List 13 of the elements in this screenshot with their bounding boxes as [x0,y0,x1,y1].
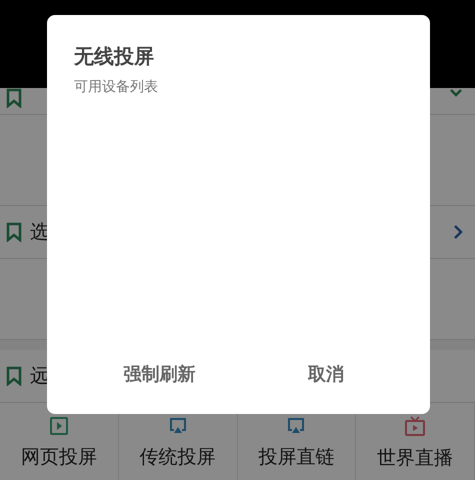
chevron-right-icon[interactable] [453,224,463,240]
dialog-button[interactable]: 取消 [300,358,352,390]
bookmark-icon [6,222,22,242]
bookmark-icon [6,366,22,386]
dialog-title: 无线投屏 [74,43,154,70]
play-icon [48,416,69,436]
tv-icon [404,415,426,437]
cast-icon [286,416,306,436]
dialog-button[interactable]: 强制刷新 [115,358,204,390]
cast-icon [168,416,188,436]
chevron-down-icon[interactable] [449,88,463,98]
dialog-subtitle: 可用设备列表 [74,78,158,96]
bookmark-icon [6,88,22,108]
